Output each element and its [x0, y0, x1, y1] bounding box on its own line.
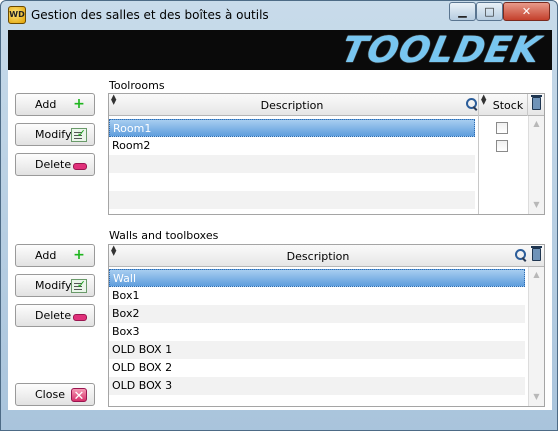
cell-description: OLD BOX 2 [112, 361, 173, 374]
plus-icon: + [73, 247, 85, 263]
empty-row [109, 191, 475, 209]
toolrooms-add-button[interactable]: Add + [15, 93, 95, 116]
app-icon: WD [8, 6, 26, 24]
client-area: Toolrooms Add + Modify Delete ▲▼ Descrip… [8, 70, 552, 410]
table-row[interactable]: Room1 [109, 119, 475, 137]
scroll-up-icon[interactable]: ▲ [531, 270, 542, 280]
tooldek-logo: TOOLDEK [337, 30, 545, 70]
edit-list-icon [71, 278, 87, 293]
window-title: Gestion des salles et des boîtes à outil… [31, 8, 269, 22]
table-row[interactable]: Box2 [109, 305, 525, 323]
empty-row [109, 173, 475, 191]
scroll-down-icon[interactable]: ▼ [531, 392, 542, 402]
cell-description: OLD BOX 3 [112, 379, 173, 392]
trash-icon[interactable] [531, 246, 542, 261]
cell-description: OLD BOX 1 [112, 343, 173, 356]
cell-description: Room2 [112, 139, 151, 152]
close-button[interactable]: Close ✕ [15, 383, 95, 406]
app-window: WD Gestion des salles et des boîtes à ou… [0, 0, 558, 431]
column-header-description[interactable]: Description [109, 99, 475, 112]
sort-arrows-icon[interactable]: ▲ ▼ [481, 94, 486, 106]
search-icon[interactable] [466, 98, 478, 110]
column-divider [527, 94, 528, 116]
table-header: ▲ ▼ Description [109, 245, 544, 267]
walls-delete-button[interactable]: Delete [15, 304, 95, 327]
toolrooms-modify-button[interactable]: Modify [15, 123, 95, 146]
close-icon: ✕ [71, 388, 87, 404]
table-header: ▲ ▼ Description ▲ ▼ Stock [109, 94, 544, 116]
header-banner: TOOLDEK [8, 30, 552, 70]
column-header-description[interactable]: Description [109, 250, 527, 263]
maximize-button[interactable]: □ [476, 2, 503, 21]
trash-icon[interactable] [531, 95, 542, 110]
button-label: Delete [35, 309, 72, 322]
walls-label: Walls and toolboxes [109, 229, 219, 242]
table-row[interactable]: Room2 [109, 137, 475, 155]
minimize-button[interactable]: ▁ [449, 2, 476, 21]
vertical-scrollbar[interactable]: ▲ ▼ [528, 267, 544, 406]
stock-checkbox[interactable] [496, 140, 508, 152]
stock-checkbox[interactable] [496, 122, 508, 134]
table-row[interactable]: Box3 [109, 323, 525, 341]
search-icon[interactable] [515, 249, 527, 261]
button-label: Delete [35, 158, 72, 171]
table-row[interactable]: OLD BOX 3 [109, 377, 525, 395]
column-header-stock[interactable]: Stock [489, 99, 527, 112]
table-row[interactable]: OLD BOX 1 [109, 341, 525, 359]
cell-description: Wall [113, 272, 137, 285]
cell-description: Box2 [112, 307, 140, 320]
toolrooms-table[interactable]: ▲ ▼ Description ▲ ▼ Stock Room1 Room2 ▲ … [108, 93, 545, 215]
button-label: Add [35, 98, 57, 111]
scroll-up-icon[interactable]: ▲ [531, 119, 542, 129]
eraser-icon [71, 309, 87, 323]
walls-modify-button[interactable]: Modify [15, 274, 95, 297]
button-label: Close [35, 388, 65, 401]
empty-row [109, 155, 475, 173]
walls-add-button[interactable]: Add + [15, 244, 95, 267]
cell-description: Room1 [113, 122, 152, 135]
cell-description: Box3 [112, 325, 140, 338]
toolrooms-label: Toolrooms [109, 79, 165, 92]
table-row[interactable]: Wall [109, 269, 525, 287]
title-bar[interactable]: WD Gestion des salles et des boîtes à ou… [1, 1, 557, 29]
cell-description: Box1 [112, 289, 140, 302]
button-label: Modify [35, 128, 72, 141]
column-divider [478, 94, 479, 116]
table-row[interactable]: Box1 [109, 287, 525, 305]
toolrooms-delete-button[interactable]: Delete [15, 153, 95, 176]
edit-list-icon [71, 127, 87, 142]
eraser-icon [71, 158, 87, 172]
column-divider [478, 116, 479, 214]
close-window-button[interactable]: ✕ [503, 2, 550, 21]
button-label: Modify [35, 279, 72, 292]
button-label: Add [35, 249, 57, 262]
plus-icon: + [73, 96, 85, 112]
scroll-down-icon[interactable]: ▼ [531, 200, 542, 210]
table-row[interactable]: OLD BOX 2 [109, 359, 525, 377]
vertical-scrollbar[interactable]: ▲ ▼ [528, 116, 544, 214]
walls-table[interactable]: ▲ ▼ Description Wall Box1 Box2 Box3 OLD B… [108, 244, 545, 407]
